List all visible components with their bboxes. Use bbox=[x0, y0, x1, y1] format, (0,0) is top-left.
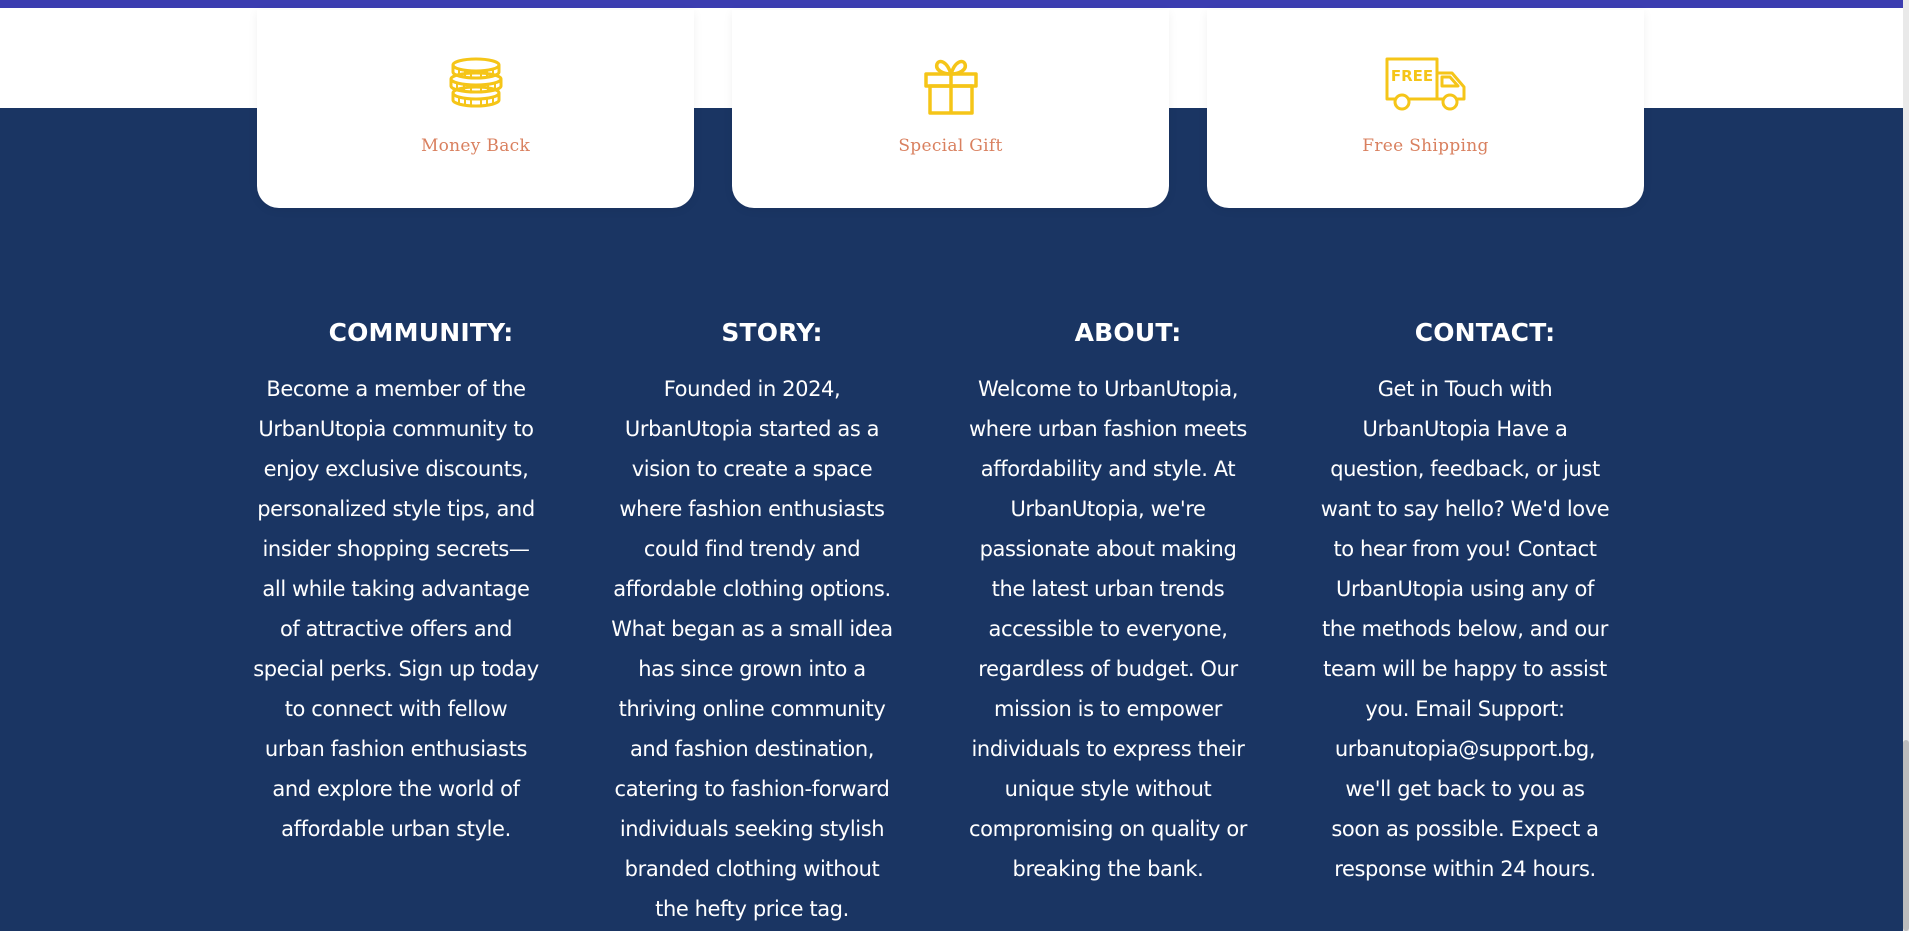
truck-badge-text: FREE bbox=[1390, 67, 1432, 85]
footer-column-story: STORY: Founded in 2024, UrbanUtopia star… bbox=[607, 318, 897, 929]
feature-label: Free Shipping bbox=[1362, 136, 1489, 156]
feature-label: Money Back bbox=[420, 136, 531, 156]
footer-column-about: ABOUT: Welcome to UrbanUtopia, where urb… bbox=[963, 318, 1253, 889]
column-text: Become a member of the UrbanUtopia commu… bbox=[253, 377, 539, 841]
column-title: ABOUT: bbox=[1074, 318, 1182, 347]
column-title: COMMUNITY: bbox=[328, 318, 514, 347]
feature-card-money-back: Money Back bbox=[257, 10, 694, 208]
column-text: Founded in 2024, UrbanUtopia started as … bbox=[611, 377, 893, 921]
gift-icon bbox=[921, 56, 981, 120]
column-title: STORY: bbox=[721, 318, 823, 347]
footer-column-community: COMMUNITY: Become a member of the UrbanU… bbox=[251, 318, 541, 849]
top-accent-bar bbox=[0, 0, 1909, 8]
feature-label: Special Gift bbox=[898, 136, 1003, 156]
footer-column-contact: CONTACT: Get in Touch with UrbanUtopia H… bbox=[1320, 318, 1610, 889]
column-title: CONTACT: bbox=[1414, 318, 1556, 347]
column-text: Get in Touch with UrbanUtopia Have a que… bbox=[1320, 377, 1610, 881]
column-text: Welcome to UrbanUtopia, where urban fash… bbox=[968, 377, 1247, 881]
free-delivery-truck-icon: FREE bbox=[1384, 56, 1468, 118]
coins-icon bbox=[445, 56, 507, 116]
page-scrollbar-thumb[interactable] bbox=[1903, 740, 1909, 931]
feature-card-free-shipping: FREE Free Shipping bbox=[1207, 10, 1644, 208]
feature-card-special-gift: Special Gift bbox=[732, 10, 1169, 208]
